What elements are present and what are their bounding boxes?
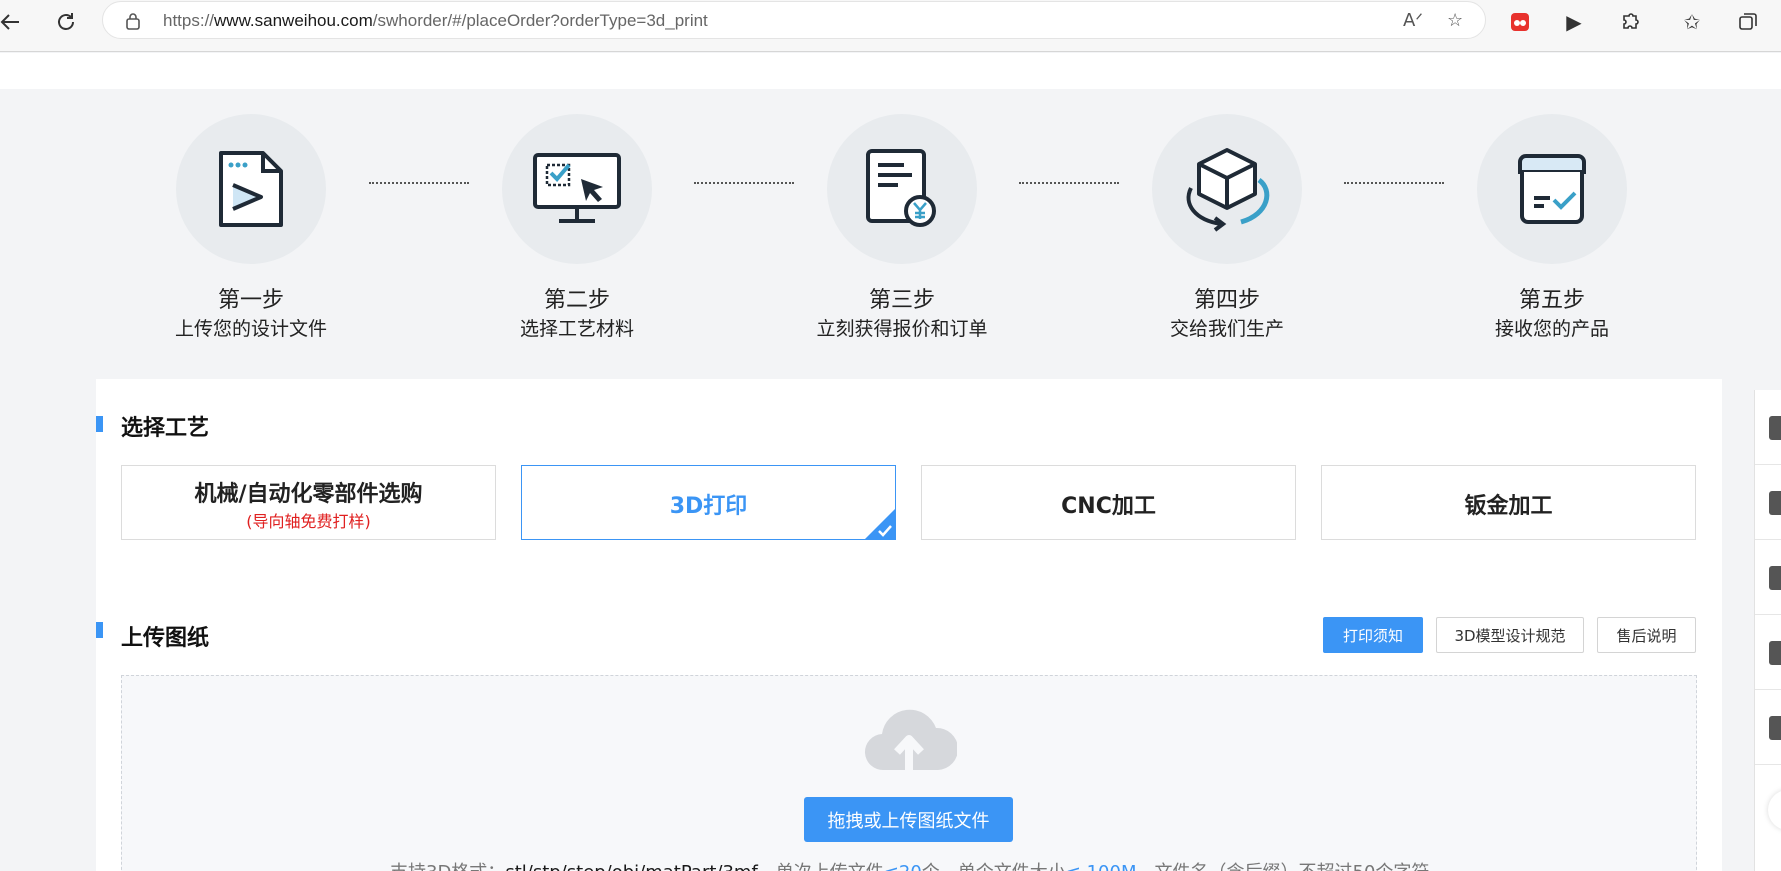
step-1: 第一步 上传您的设计文件 <box>175 114 327 340</box>
user-icon <box>1769 566 1781 590</box>
step-connector <box>1019 182 1119 184</box>
quote-order-icon <box>866 149 936 227</box>
step-desc: 接收您的产品 <box>1494 318 1609 340</box>
step-title: 第五步 <box>1518 288 1585 313</box>
option-sub-label: (导向轴免费打样) <box>246 512 371 531</box>
step-2: 第二步 选择工艺材料 <box>502 114 652 340</box>
extension-red-icon[interactable] <box>1506 8 1534 36</box>
step-title: 第四步 <box>1193 288 1260 313</box>
option-cnc[interactable]: CNC加工 <box>921 465 1296 540</box>
model-spec-button[interactable]: 3D模型设计规范 <box>1436 617 1584 653</box>
extensions-puzzle-icon[interactable] <box>1616 8 1644 36</box>
lock-icon <box>126 13 140 30</box>
read-aloud-icon[interactable]: Aᐟ <box>1403 10 1423 31</box>
float-tool-qrcode[interactable] <box>1755 615 1781 690</box>
upload-section-title: 上传图纸 <box>121 626 210 651</box>
step-circle <box>502 114 652 264</box>
upload-file-button[interactable]: 拖拽或上传图纸文件 <box>804 797 1013 842</box>
option-sheet-metal[interactable]: 钣金加工 <box>1321 465 1696 540</box>
step-circle <box>1152 114 1302 264</box>
back-icon[interactable] <box>0 6 26 38</box>
after-sales-button[interactable]: 售后说明 <box>1597 617 1696 653</box>
step-title: 第三步 <box>868 288 935 313</box>
step-circle <box>827 114 977 264</box>
document-icon <box>1769 491 1781 515</box>
url-text: https://www.sanweihou.com/swhorder/#/pla… <box>163 11 708 30</box>
float-tool-user[interactable] <box>1755 540 1781 615</box>
step-5: 第五步 接收您的产品 <box>1477 114 1627 340</box>
step-desc: 交给我们生产 <box>1169 318 1284 340</box>
design-file-icon <box>219 151 283 227</box>
step-title: 第二步 <box>543 288 610 313</box>
option-label: 机械/自动化零部件选购 <box>194 482 423 507</box>
step-4: 第四步 交给我们生产 <box>1152 114 1302 340</box>
option-label: 钣金加工 <box>1464 494 1553 519</box>
qrcode-icon <box>1769 641 1781 665</box>
step-title: 第一步 <box>217 288 284 313</box>
browser-toolbar: https://www.sanweihou.com/swhorder/#/pla… <box>0 0 1781 52</box>
step-desc: 选择工艺材料 <box>519 318 634 340</box>
step-connector <box>1344 182 1444 184</box>
cube-production-icon <box>1186 148 1270 232</box>
section-marker <box>96 416 103 432</box>
step-circle <box>1477 114 1627 264</box>
top-header-strip <box>0 53 1781 89</box>
option-label: CNC加工 <box>1061 494 1156 519</box>
step-desc: 立刻获得报价和订单 <box>816 318 988 340</box>
collections-icon[interactable] <box>1734 8 1762 36</box>
option-label: 3D打印 <box>669 494 748 519</box>
favorite-add-icon[interactable]: ☆ <box>1447 10 1463 31</box>
float-tool-headset[interactable] <box>1755 390 1781 465</box>
process-section-title: 选择工艺 <box>121 416 210 441</box>
monitor-select-icon <box>533 153 621 223</box>
option-mechanical-parts[interactable]: 机械/自动化零部件选购 (导向轴免费打样) <box>121 465 496 540</box>
address-bar[interactable]: https://www.sanweihou.com/swhorder/#/pla… <box>102 1 1486 39</box>
refresh-icon[interactable] <box>50 6 82 38</box>
upload-format-hint: 支持3D格式：stl/stp/step/obj/matPart/3mf，单次上传… <box>390 858 1429 871</box>
step-3: 第三步 立刻获得报价和订单 <box>816 114 988 340</box>
section-marker <box>96 622 103 638</box>
package-receive-icon <box>1518 154 1586 224</box>
option-3d-print[interactable]: 3D打印 <box>521 465 896 540</box>
step-connector <box>369 182 469 184</box>
play-icon[interactable]: ▶ <box>1560 8 1588 36</box>
float-tool-document[interactable] <box>1755 465 1781 540</box>
cart-icon <box>1769 716 1781 740</box>
float-tool-cart[interactable] <box>1755 690 1781 765</box>
cloud-upload-icon <box>864 709 957 771</box>
selected-check-icon <box>865 509 895 539</box>
step-connector <box>694 182 794 184</box>
print-notice-button[interactable]: 打印须知 <box>1323 617 1423 653</box>
favorites-icon[interactable]: ✩ <box>1678 8 1706 36</box>
headset-icon <box>1769 416 1781 440</box>
step-desc: 上传您的设计文件 <box>174 318 327 340</box>
step-circle <box>176 114 326 264</box>
